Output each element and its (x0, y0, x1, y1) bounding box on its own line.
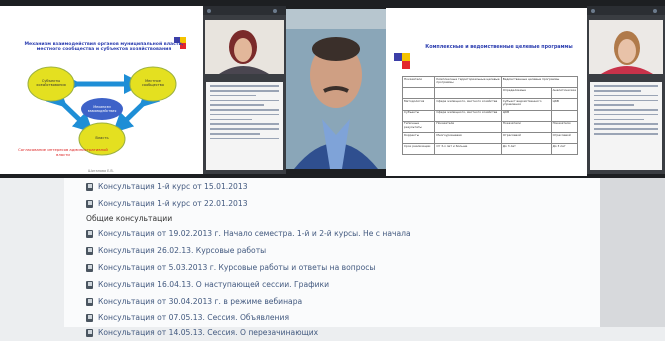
participant-video (589, 20, 663, 74)
table-cell: Показатели (500, 120, 552, 133)
table-cell: Комплексные территориальные целевые прог… (434, 75, 502, 89)
table-cell: Отраслевой (500, 131, 552, 145)
table-cell: Отраслевой (550, 131, 579, 145)
document-icon (86, 182, 93, 191)
table-cell: Многоуровневая (434, 131, 502, 145)
node-label: Местное сообщество (142, 79, 164, 87)
table-cell (434, 87, 502, 100)
window-toolbar (203, 6, 286, 15)
list-item[interactable]: Консультация 16.04.13. О наступающей сес… (86, 276, 329, 293)
list-item[interactable]: Консультация от 30.04.2013 г. в режиме в… (86, 293, 302, 310)
speaker-man-icon (286, 9, 386, 169)
list-item[interactable]: Консультация 1-й курс от 15.01.2013 (86, 178, 248, 195)
presentation-slide-mechanism: Механизм взаимодействия органов муниципа… (0, 6, 203, 174)
table-row: Методология Сфера жилищного, местного хо… (401, 98, 579, 111)
participant-woman-icon (589, 20, 663, 74)
consultation-link[interactable]: Консультация 26.02.13. Курсовые работы (98, 246, 266, 255)
consultation-link[interactable]: Консультация 1-й курс от 22.01.2013 (98, 199, 248, 208)
document-icon (86, 313, 93, 322)
participant-video (205, 20, 284, 74)
table-cell: До 3 лет (500, 143, 552, 156)
slide-footer: Шиганова Е.В. (88, 169, 114, 173)
list-item[interactable]: Консультация 26.02.13. Курсовые работы (86, 242, 266, 259)
table-row: Субъекты Сфера жилищного, местного хозяй… (401, 109, 579, 122)
table-cell: Показатели (401, 75, 436, 89)
document-icon (86, 263, 93, 272)
table-cell: Субъект ведомственного управления (500, 98, 552, 111)
participant-list[interactable] (590, 82, 662, 170)
consultation-link[interactable]: Консультация от 30.04.2013 г. в режиме в… (98, 297, 302, 306)
consultation-document: Консультация 1-й курс от 15.01.2013 Конс… (0, 178, 665, 337)
table-cell: До 3 лет (550, 143, 579, 156)
toolbar-icon[interactable] (207, 8, 211, 13)
consultation-link[interactable]: Консультация от 19.02.2013 г. Начало сем… (98, 229, 411, 238)
webcam-column-right (587, 6, 665, 174)
presentation-slide-programs: Комплексные и ведомственные целевые прог… (386, 8, 587, 176)
node-label: Механизм взаимодействия (87, 105, 117, 113)
speaker-video (286, 9, 386, 169)
document-icon (86, 229, 93, 238)
participant-woman-icon (205, 20, 284, 74)
webcam-column-left (203, 6, 286, 174)
table-cell (550, 109, 579, 122)
document-icon (86, 297, 93, 306)
table-cell: ЦКВ (500, 109, 552, 122)
consultation-link[interactable]: Консультация 16.04.13. О наступающей сес… (98, 280, 329, 289)
slide-caption: Согласование интересов административной … (18, 147, 108, 157)
consultation-link[interactable]: Консультация от 14.05.13. Сессия. О пере… (98, 328, 318, 337)
table-cell: Ведомственные целевые программы (500, 75, 579, 89)
table-cell: Определяемые (500, 87, 552, 100)
list-item[interactable]: Консультация от 19.02.2013 г. Начало сем… (86, 225, 411, 242)
table-cell: Субъекты (401, 109, 436, 122)
table-cell: Показатели (550, 120, 579, 133)
table-cell: Аналитические (550, 87, 579, 100)
slide-title: Комплексные и ведомственные целевые прог… (425, 45, 573, 50)
table-cell: Методология (401, 98, 436, 111)
toolbar-icon[interactable] (591, 8, 595, 13)
webinar-screenshot-collage: Механизм взаимодействия органов муниципа… (0, 0, 665, 178)
node-label: Субъекты хозяйствования (36, 79, 66, 87)
node-label: Власть (95, 136, 109, 140)
participant-list[interactable] (206, 82, 283, 170)
toolbar-icon[interactable] (653, 8, 657, 13)
logo-icon (394, 53, 410, 69)
table-cell: Срок реализации (401, 143, 436, 156)
list-item[interactable]: Консультация от 5.03.2013 г. Курсовые ра… (86, 259, 375, 276)
table-cell: Корректы (401, 131, 436, 145)
window-toolbar (587, 6, 665, 15)
table-row: Типичные результаты Показатели Показател… (401, 120, 579, 133)
consultation-link[interactable]: Консультация от 07.05.13. Сессия. Объявл… (98, 313, 289, 322)
programs-table: Показатели Комплексные территориальные ц… (401, 75, 579, 156)
table-cell: Сфера жилищного, местного хозяйства (434, 109, 502, 122)
toolbar-icon[interactable] (273, 8, 277, 13)
table-cell: От 3-х лет и больше (434, 143, 502, 156)
table-cell: Показатели (434, 120, 502, 133)
table-cell: ЦКВ (550, 98, 579, 111)
document-icon (86, 328, 93, 337)
table-row: Срок реализации От 3-х лет и больше До 3… (401, 143, 579, 156)
table-cell (401, 87, 436, 100)
section-heading-label: Общие консультации (86, 214, 173, 223)
document-icon (86, 280, 93, 289)
consultation-link[interactable]: Консультация 1-й курс от 15.01.2013 (98, 182, 248, 191)
consultation-link[interactable]: Консультация от 5.03.2013 г. Курсовые ра… (98, 263, 375, 272)
document-icon (86, 199, 93, 208)
table-cell: Сфера жилищного, местного хозяйства (434, 98, 502, 111)
document-margin (600, 178, 665, 327)
table-cell: Типичные результаты (401, 120, 436, 133)
document-icon (86, 246, 93, 255)
table-row: Корректы Многоуровневая Отраслевой Отрас… (401, 131, 579, 145)
